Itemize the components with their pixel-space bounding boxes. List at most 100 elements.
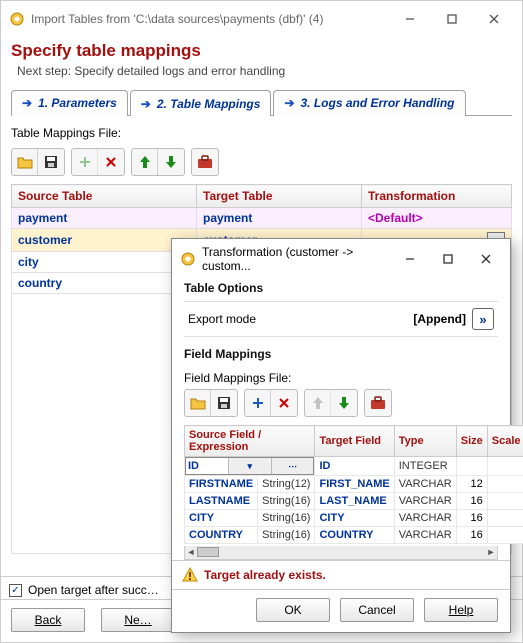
horizontal-scrollbar[interactable]: ◄ ►: [184, 546, 498, 560]
warning-icon: [182, 567, 198, 583]
transformation-dialog: Transformation (customer -> custom... Ta…: [171, 238, 511, 633]
scroll-thumb[interactable]: [197, 547, 219, 557]
next-button[interactable]: Ne…: [101, 608, 175, 632]
col-type[interactable]: Type: [394, 426, 456, 457]
cell-size[interactable]: 12: [456, 476, 487, 493]
tab-label: 3. Logs and Error Handling: [301, 96, 455, 110]
cancel-button[interactable]: Cancel: [340, 598, 414, 622]
table-row[interactable]: payment payment <Default>: [12, 208, 512, 229]
maximize-button[interactable]: [432, 248, 464, 270]
window-controls: [390, 7, 514, 31]
open-folder-icon[interactable]: [12, 149, 38, 175]
cell-target[interactable]: CITY: [315, 510, 394, 527]
cell-target[interactable]: payment: [197, 208, 362, 229]
cell-scale[interactable]: [487, 457, 523, 476]
cell-scale[interactable]: [487, 476, 523, 493]
cell-source[interactable]: country: [12, 273, 197, 294]
cell-source[interactable]: FIRSTNAME: [185, 476, 258, 493]
cell-type[interactable]: VARCHAR: [394, 493, 456, 510]
titlebar: Import Tables from 'C:\data sources\paym…: [1, 1, 522, 37]
cell-target[interactable]: LAST_NAME: [315, 493, 394, 510]
col-target-table[interactable]: Target Table: [197, 185, 362, 208]
cell-scale[interactable]: [487, 493, 523, 510]
app-icon: [180, 251, 196, 267]
close-button[interactable]: [470, 248, 502, 270]
scroll-left-icon[interactable]: ◄: [185, 546, 197, 558]
col-scale[interactable]: Scale: [487, 426, 523, 457]
minimize-button[interactable]: [390, 7, 430, 31]
cell-source[interactable]: city: [12, 252, 197, 273]
expand-button[interactable]: »: [472, 308, 494, 330]
app-icon: [9, 11, 25, 27]
help-button[interactable]: Help: [424, 598, 498, 622]
col-source-table[interactable]: Source Table: [12, 185, 197, 208]
ellipsis-button[interactable]: ⋯: [271, 458, 314, 474]
close-button[interactable]: [474, 7, 514, 31]
cell-target[interactable]: ID: [315, 457, 394, 476]
table-row[interactable]: CITY String(16) CITY VARCHAR 16: [185, 510, 523, 527]
table-row[interactable]: LASTNAME String(16) LAST_NAME VARCHAR 16: [185, 493, 523, 510]
field-mappings-table[interactable]: Source Field / Expression Target Field T…: [184, 425, 523, 544]
tab-table-mappings[interactable]: ➔ 2. Table Mappings: [130, 90, 272, 116]
mappings-toolbar: [11, 148, 512, 176]
plus-icon[interactable]: [245, 390, 271, 416]
col-source-field[interactable]: Source Field / Expression: [185, 426, 315, 457]
dropdown-icon[interactable]: ▾: [228, 458, 271, 474]
help-label: Help: [449, 603, 474, 617]
save-icon[interactable]: [38, 149, 64, 175]
open-folder-icon[interactable]: [185, 390, 211, 416]
cell-srctype[interactable]: String(16): [258, 493, 315, 510]
cell-source[interactable]: customer: [12, 229, 197, 252]
x-icon[interactable]: [98, 149, 124, 175]
cell-source[interactable]: payment: [12, 208, 197, 229]
cell-target[interactable]: COUNTRY: [315, 527, 394, 544]
export-mode-value: [Append]: [413, 312, 466, 326]
briefcase-icon[interactable]: [192, 149, 218, 175]
arrow-up-icon[interactable]: [132, 149, 158, 175]
minimize-button[interactable]: [394, 248, 426, 270]
col-transformation[interactable]: Transformation: [362, 185, 512, 208]
cell-scale[interactable]: [487, 527, 523, 544]
cell-source[interactable]: LASTNAME: [185, 493, 258, 510]
cell-size[interactable]: 16: [456, 510, 487, 527]
save-icon[interactable]: [211, 390, 237, 416]
arrow-down-icon[interactable]: [331, 390, 357, 416]
tab-parameters[interactable]: ➔ 1. Parameters: [11, 90, 128, 116]
tabs: ➔ 1. Parameters ➔ 2. Table Mappings ➔ 3.…: [11, 86, 512, 116]
col-size[interactable]: Size: [456, 426, 487, 457]
cell-srctype[interactable]: String(16): [258, 510, 315, 527]
table-row[interactable]: COUNTRY String(16) COUNTRY VARCHAR 16: [185, 527, 523, 544]
ok-button[interactable]: OK: [256, 598, 330, 622]
cell-size[interactable]: 16: [456, 493, 487, 510]
cancel-label: Cancel: [358, 603, 395, 617]
x-icon[interactable]: [271, 390, 297, 416]
arrow-down-icon[interactable]: [158, 149, 184, 175]
maximize-button[interactable]: [432, 7, 472, 31]
cell-xform[interactable]: <Default>: [362, 208, 512, 229]
briefcase-icon[interactable]: [365, 390, 391, 416]
page-subtitle: Next step: Specify detailed logs and err…: [17, 64, 512, 78]
cell-size[interactable]: 16: [456, 527, 487, 544]
open-target-checkbox[interactable]: ✓: [9, 584, 22, 597]
col-target-field[interactable]: Target Field: [315, 426, 394, 457]
plus-icon: [72, 149, 98, 175]
cell-type[interactable]: VARCHAR: [394, 510, 456, 527]
cell-source[interactable]: CITY: [185, 510, 258, 527]
table-row[interactable]: FIRSTNAME String(12) FIRST_NAME VARCHAR …: [185, 476, 523, 493]
cell-type[interactable]: VARCHAR: [394, 527, 456, 544]
table-row[interactable]: ID ▾ ⋯ ID INTEGER: [185, 457, 523, 476]
back-button[interactable]: Back: [11, 608, 85, 632]
scroll-right-icon[interactable]: ►: [485, 546, 497, 558]
cell-scale[interactable]: [487, 510, 523, 527]
source-field-input[interactable]: ID ▾ ⋯: [185, 457, 314, 475]
field-mappings-title: Field Mappings: [184, 347, 498, 361]
cell-type[interactable]: INTEGER: [394, 457, 456, 476]
tab-logs[interactable]: ➔ 3. Logs and Error Handling: [273, 90, 465, 116]
cell-type[interactable]: VARCHAR: [394, 476, 456, 493]
cell-srctype[interactable]: String(12): [258, 476, 315, 493]
cell-source[interactable]: COUNTRY: [185, 527, 258, 544]
back-label: Back: [35, 613, 62, 627]
cell-srctype[interactable]: String(16): [258, 527, 315, 544]
cell-target[interactable]: FIRST_NAME: [315, 476, 394, 493]
cell-size[interactable]: [456, 457, 487, 476]
